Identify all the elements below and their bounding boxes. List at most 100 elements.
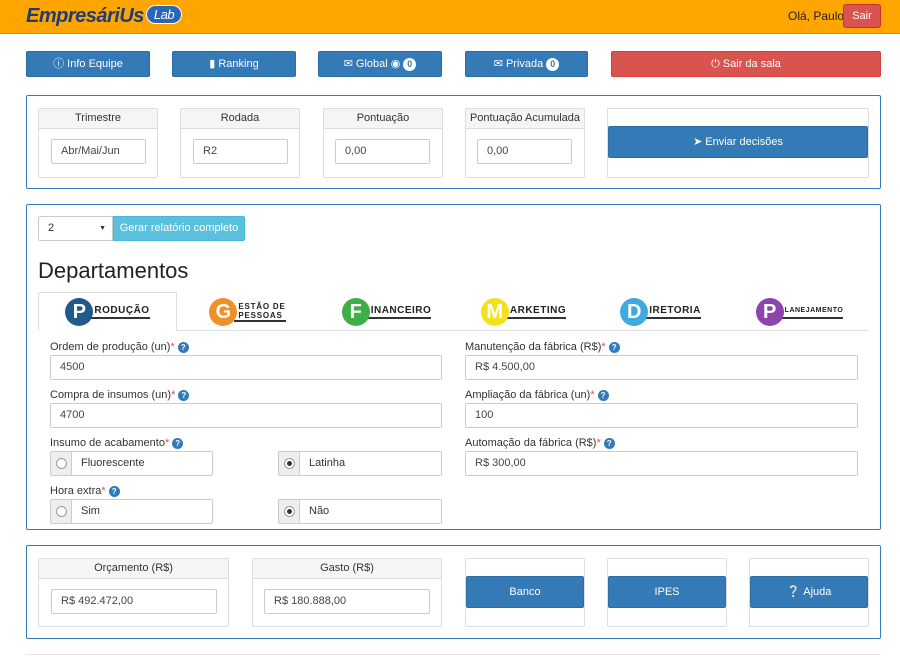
hora-extra-option-sim[interactable]: Sim <box>50 499 213 524</box>
private-chat-button[interactable]: ✉ Privada 0 <box>465 51 588 77</box>
help-icon[interactable]: ? <box>177 342 189 353</box>
planejamento-logo-letter: P <box>755 297 784 326</box>
global-chat-button[interactable]: ✉ Global ◉ 0 <box>318 51 442 77</box>
help-icon[interactable]: ? <box>608 342 620 353</box>
global-count-badge: 0 <box>403 57 417 71</box>
radio-addon <box>278 451 300 476</box>
round-label: Rodada <box>181 109 299 129</box>
generate-report-button[interactable]: Gerar relatório completo <box>113 216 245 241</box>
planejamento-label: LANEJAMENTO <box>780 304 844 319</box>
automacao-label: Automação da fábrica (R$)*? <box>465 437 615 449</box>
tab-producao[interactable]: P RODUÇÃO <box>38 292 177 331</box>
radio-option-label: Sim <box>72 499 213 524</box>
quarter-field[interactable]: Abr/Mai/Jun <box>51 139 146 164</box>
ranking-button[interactable]: ▮ Ranking <box>172 51 296 77</box>
help-icon[interactable]: ? <box>108 486 120 497</box>
required-mark: * <box>170 341 175 353</box>
required-mark: * <box>171 389 176 401</box>
acabamento-option-fluorescente[interactable]: Fluorescente <box>50 451 213 476</box>
ampliacao-label-text: Ampliação da fábrica (un) <box>465 389 591 401</box>
producao-label: RODUÇÃO <box>90 304 150 319</box>
gestao-label-line1: ESTÃO DE <box>238 301 286 311</box>
required-mark: * <box>601 341 606 353</box>
required-mark: * <box>590 389 595 401</box>
ajuda-button[interactable]: ❔ Ajuda <box>750 576 868 608</box>
radio-button-selected[interactable] <box>283 458 295 469</box>
gestao-label-line2: PESSOAS <box>238 310 283 320</box>
ordem-producao-label-text: Ordem de produção (un) <box>50 341 171 353</box>
globe-icon: ◉ <box>390 57 401 70</box>
leave-room-button[interactable]: ⏻ Sair da sala <box>611 51 881 77</box>
logout-button[interactable]: Sair <box>843 4 881 28</box>
help-icon[interactable]: ? <box>597 390 609 401</box>
help-icon[interactable]: ? <box>178 390 190 401</box>
ranking-label: Ranking <box>218 58 259 70</box>
tab-marketing[interactable]: M ARKETING <box>454 292 593 331</box>
logo-text: EmpresáriUs <box>26 5 144 27</box>
orcamento-field[interactable]: R$ 492.472,00 <box>51 589 217 614</box>
diretoria-label: IRETORIA <box>645 304 701 319</box>
marketing-label: ARKETING <box>505 304 567 319</box>
submit-decisions-label: Enviar decisões <box>705 136 783 148</box>
bar-chart-icon: ▮ <box>209 57 216 70</box>
acabamento-option-latinha[interactable]: Latinha <box>278 451 442 476</box>
envelope-icon: ✉ <box>343 57 353 70</box>
leave-room-label: Sair da sala <box>722 58 781 70</box>
manutencao-label-text: Manutenção da fábrica (R$) <box>465 341 602 353</box>
diretoria-logo-letter: D <box>620 297 649 326</box>
radio-button[interactable] <box>55 506 67 517</box>
orcamento-label: Orçamento (R$) <box>39 559 228 579</box>
accumulated-score-label: Pontuação Acumulada <box>466 109 584 129</box>
app-logo[interactable]: EmpresáriUs Lab <box>26 5 183 28</box>
radio-addon <box>50 499 72 524</box>
round-field[interactable]: R2 <box>193 139 288 164</box>
automacao-input[interactable]: R$ 300,00 <box>465 451 858 476</box>
power-icon: ⏻ <box>711 57 720 70</box>
user-greeting: Olá, Paulo. <box>788 9 848 23</box>
insumo-acabamento-label: Insumo de acabamento*? <box>50 437 184 449</box>
score-field[interactable]: 0,00 <box>335 139 430 164</box>
hora-extra-label: Hora extra*? <box>50 485 120 497</box>
tab-gestao-pessoas[interactable]: G ESTÃO DE PESSOAS <box>178 292 317 331</box>
financeiro-logo-letter: F <box>341 297 370 326</box>
info-icon: ⓘ <box>53 57 65 70</box>
banco-button[interactable]: Banco <box>466 576 584 608</box>
tab-planejamento[interactable]: P LANEJAMENTO <box>730 292 869 331</box>
submit-decisions-button[interactable]: ➤ Enviar decisões <box>608 126 868 158</box>
private-count-badge: 0 <box>546 57 560 71</box>
help-icon[interactable]: ? <box>172 438 184 449</box>
manutencao-input[interactable]: R$ 4.500,00 <box>465 355 858 380</box>
compra-insumos-input[interactable]: 4700 <box>50 403 442 428</box>
help-icon[interactable]: ? <box>603 438 615 449</box>
tab-diretoria[interactable]: D IRETORIA <box>591 292 730 331</box>
radio-addon <box>50 451 72 476</box>
ipes-button[interactable]: IPES <box>608 576 726 608</box>
radio-button-selected[interactable] <box>283 506 295 517</box>
info-team-button[interactable]: ⓘ Info Equipe <box>26 51 150 77</box>
global-chat-label: Global <box>355 58 388 70</box>
envelope-icon: ✉ <box>493 57 503 70</box>
caret-down-icon: ▼ <box>99 225 106 232</box>
accumulated-score-field[interactable]: 0,00 <box>477 139 572 164</box>
radio-button[interactable] <box>55 458 67 469</box>
footer-divider <box>26 654 881 655</box>
manutencao-label: Manutenção da fábrica (R$)*? <box>465 341 620 353</box>
ampliacao-input[interactable]: 100 <box>465 403 858 428</box>
marketing-logo-letter: M <box>480 297 509 326</box>
gasto-field[interactable]: R$ 180.888,00 <box>264 589 430 614</box>
score-label: Pontuação <box>324 109 442 129</box>
radio-option-label: Fluorescente <box>72 451 213 476</box>
automacao-label-text: Automação da fábrica (R$) <box>465 437 597 449</box>
ordem-producao-input[interactable]: 4500 <box>50 355 442 380</box>
hora-extra-option-nao[interactable]: Não <box>278 499 442 524</box>
radio-option-label: Latinha <box>300 451 442 476</box>
ordem-producao-label: Ordem de produção (un)*? <box>50 341 189 353</box>
report-round-select[interactable]: 2 ▼ <box>38 216 113 241</box>
gestao-logo-letter: G <box>209 297 238 326</box>
insumo-acabamento-label-text: Insumo de acabamento <box>50 437 165 449</box>
logo-badge: Lab <box>145 5 183 24</box>
ajuda-label: Ajuda <box>803 586 832 598</box>
producao-logo-letter: P <box>65 297 94 326</box>
gasto-label: Gasto (R$) <box>253 559 441 579</box>
tab-financeiro[interactable]: F INANCEIRO <box>317 292 456 331</box>
